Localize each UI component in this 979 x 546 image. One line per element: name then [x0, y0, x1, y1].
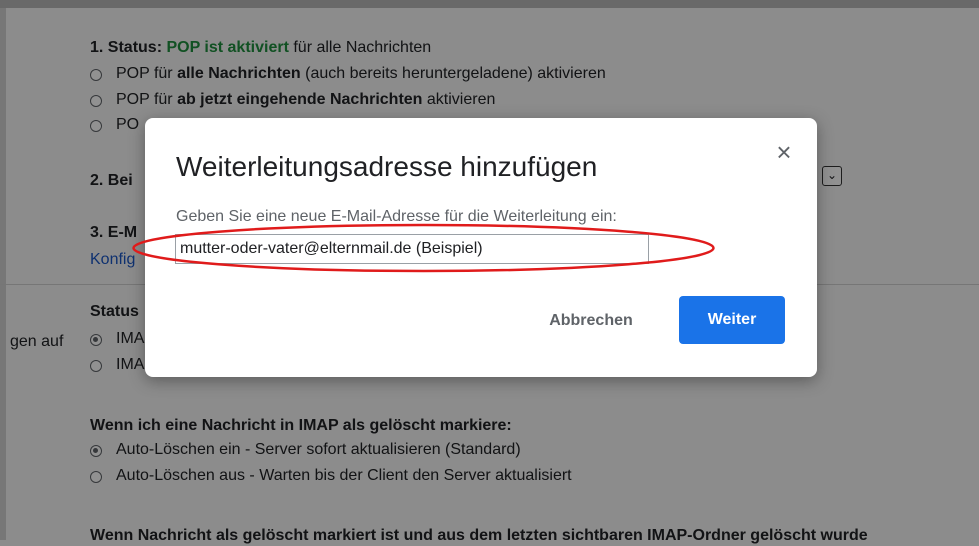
pop-section-2-heading: 2. Bei — [90, 172, 133, 189]
pop-new-label: POP für ab jetzt eingehende Nachrichten … — [116, 91, 496, 108]
imap-disable-radio[interactable] — [90, 360, 102, 372]
dialog-title: Weiterleitungsadresse hinzufügen — [176, 151, 598, 182]
imap-expunge-heading: Wenn Nachricht als gelöscht markiert ist… — [90, 527, 868, 544]
pop-all-label: POP für alle Nachrichten (auch bereits h… — [116, 65, 606, 82]
imap-left-label: gen auf — [10, 333, 64, 350]
cancel-button[interactable]: Abbrechen — [531, 300, 651, 342]
pop-status-prefix: 1. Status: — [90, 39, 167, 56]
auto-delete-on-label: Auto-Löschen ein - Server sofort aktuali… — [116, 441, 521, 458]
pop-status-suffix: für alle Nachrichten — [288, 39, 432, 56]
configure-link[interactable]: Konfig — [90, 250, 135, 270]
auto-delete-off-label: Auto-Löschen aus - Warten bis der Client… — [116, 467, 572, 484]
chevron-down-icon: ⌄ — [826, 168, 838, 182]
auto-delete-on-radio[interactable] — [90, 445, 102, 457]
forwarding-address-input[interactable] — [175, 234, 649, 264]
pop-status-value: POP ist aktiviert — [166, 39, 289, 56]
left-gutter — [0, 8, 6, 540]
auto-delete-off-radio[interactable] — [90, 471, 102, 483]
dialog-instruction: Geben Sie eine neue E-Mail-Adresse für d… — [176, 208, 617, 225]
pop-disable-radio[interactable] — [90, 120, 102, 132]
close-icon[interactable]: × — [772, 139, 796, 165]
imap-enable-radio[interactable] — [90, 334, 102, 346]
imap-enable-label: IMA — [116, 330, 145, 347]
add-forwarding-address-dialog: Weiterleitungsadresse hinzufügen × Geben… — [145, 118, 817, 377]
pop-status-line: 1. Status: POP ist aktiviert für alle Na… — [90, 38, 431, 58]
pop-new-radio[interactable] — [90, 95, 102, 107]
top-bar — [0, 0, 979, 8]
pop-section-3-heading: 3. E-M — [90, 224, 138, 241]
imap-delete-heading: Wenn ich eine Nachricht in IMAP als gelö… — [90, 417, 512, 434]
next-button[interactable]: Weiter — [679, 296, 785, 344]
pop-all-radio[interactable] — [90, 69, 102, 81]
imap-status-heading: Status — [90, 303, 139, 320]
pop-disable-label: PO — [116, 116, 140, 133]
imap-disable-label: IMA — [116, 356, 145, 373]
pop-action-select[interactable]: ⌄ — [822, 166, 842, 186]
